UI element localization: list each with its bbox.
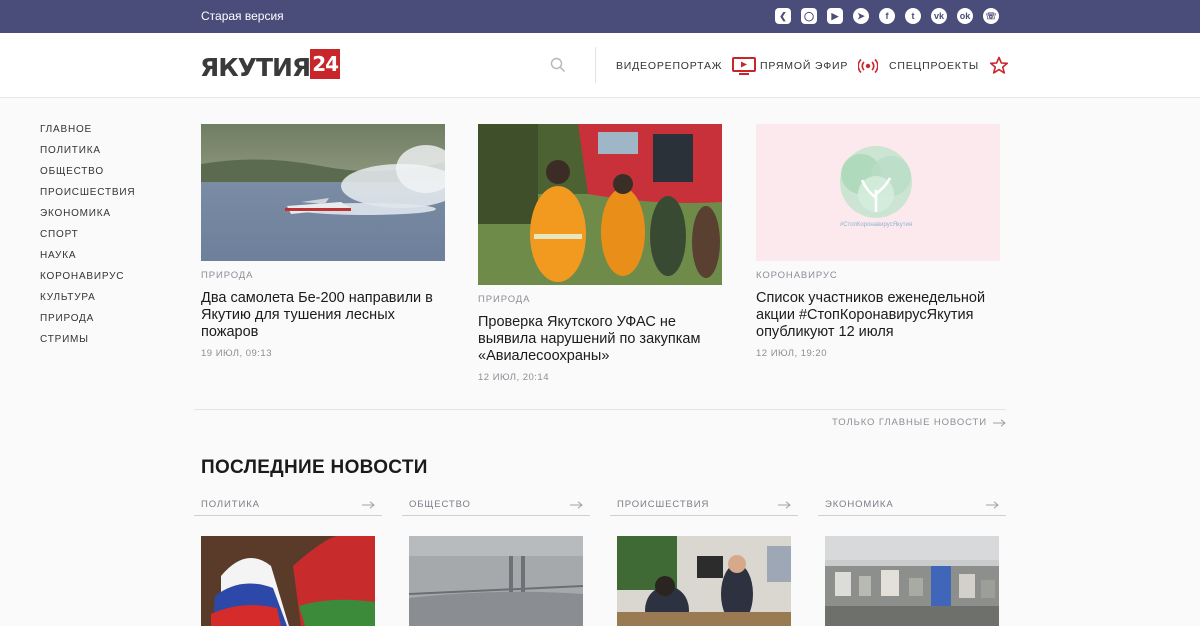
sidebar-item-sport[interactable]: СПОРТ xyxy=(40,229,135,250)
kanal-icon[interactable]: ❮ xyxy=(775,8,791,24)
card-title[interactable]: Список участников еженедельной акции #Ст… xyxy=(756,290,1000,341)
only-main-news-label: ТОЛЬКО ГЛАВНЫЕ НОВОСТИ xyxy=(832,417,987,428)
star-icon xyxy=(989,56,1009,74)
sidebar-item-incidents[interactable]: ПРОИСШЕСТВИЯ xyxy=(40,187,135,208)
latest-column-economy: ЭКОНОМИКА xyxy=(818,494,1006,626)
news-image-covid-banner[interactable]: #СтопКоронавирусЯкутия xyxy=(756,124,1000,261)
arrow-right-icon xyxy=(362,500,375,509)
old-version-link[interactable]: Старая версия xyxy=(201,9,284,23)
latest-column-incidents: ПРОИСШЕСТВИЯ xyxy=(610,494,798,626)
card-category[interactable]: ПРИРОДА xyxy=(201,270,445,281)
column-label: ПОЛИТИКА xyxy=(201,499,260,510)
column-label: ЭКОНОМИКА xyxy=(825,499,894,510)
card-date: 12 ИЮЛ, 20:14 xyxy=(478,372,549,383)
site-header: ЯКУТИЯ 24 ВИДЕОРЕПОРТАЖ ПРЯМОЙ ЭФИР СПЕЦП… xyxy=(0,33,1200,98)
latest-news-title: ПОСЛЕДНИЕ НОВОСТИ xyxy=(201,457,428,478)
news-image-bridge[interactable] xyxy=(409,536,583,626)
top-bar: Старая версия ❮ ◯ ▶ ➤ f t vk ok ☏ xyxy=(0,0,1200,33)
latest-column-society: ОБЩЕСТВО xyxy=(402,494,590,626)
sidebar-item-main[interactable]: ГЛАВНОЕ xyxy=(40,124,135,145)
card-title[interactable]: Проверка Якутского УФАС не выявила наруш… xyxy=(478,314,722,365)
column-header[interactable]: ПРОИСШЕСТВИЯ xyxy=(610,494,798,516)
news-card[interactable]: #СтопКоронавирусЯкутия КОРОНАВИРУС Списо… xyxy=(756,124,1000,359)
sidebar-item-coronavirus[interactable]: КОРОНАВИРУС xyxy=(40,271,135,292)
sidebar-nav: ГЛАВНОЕ ПОЛИТИКА ОБЩЕСТВО ПРОИСШЕСТВИЯ Э… xyxy=(40,124,135,355)
tv-icon xyxy=(732,56,757,75)
card-title[interactable]: Два самолета Бе-200 направили в Якутию д… xyxy=(201,290,445,341)
sidebar-item-streams[interactable]: СТРИМЫ xyxy=(40,334,135,355)
sidebar-item-science[interactable]: НАУКА xyxy=(40,250,135,271)
vk-icon[interactable]: vk xyxy=(931,8,947,24)
instagram-icon[interactable]: ◯ xyxy=(801,8,817,24)
card-date: 12 ИЮЛ, 19:20 xyxy=(756,348,827,359)
search-icon[interactable] xyxy=(550,57,566,73)
sidebar-item-culture[interactable]: КУЛЬТУРА xyxy=(40,292,135,313)
whatsapp-icon[interactable]: ☏ xyxy=(983,8,999,24)
nav-special-projects-label: СПЕЦПРОЕКТЫ xyxy=(889,59,980,72)
nav-live[interactable]: ПРЯМОЙ ЭФИР xyxy=(760,33,879,98)
column-label: ОБЩЕСТВО xyxy=(409,499,471,510)
card-category[interactable]: КОРОНАВИРУС xyxy=(756,270,1000,281)
sidebar-item-nature[interactable]: ПРИРОДА xyxy=(40,313,135,334)
latest-column-politics: ПОЛИТИКА xyxy=(194,494,382,626)
news-image-plane[interactable] xyxy=(201,124,445,261)
card-category[interactable]: ПРИРОДА xyxy=(478,294,722,305)
logo-number: 24 xyxy=(310,49,341,79)
nav-live-label: ПРЯМОЙ ЭФИР xyxy=(760,59,849,72)
news-image-firefighters[interactable] xyxy=(478,124,722,285)
news-image-city[interactable] xyxy=(825,536,999,626)
nav-videoreport-label: ВИДЕОРЕПОРТАЖ xyxy=(616,59,723,72)
header-separator xyxy=(595,47,596,83)
nav-videoreport[interactable]: ВИДЕОРЕПОРТАЖ xyxy=(616,33,757,98)
only-main-news-link[interactable]: ТОЛЬКО ГЛАВНЫЕ НОВОСТИ xyxy=(832,417,1006,428)
section-divider xyxy=(194,409,1006,410)
column-header[interactable]: ЭКОНОМИКА xyxy=(818,494,1006,516)
covid-banner-caption: #СтопКоронавирусЯкутия xyxy=(840,222,912,228)
odnoklassniki-icon[interactable]: ok xyxy=(957,8,973,24)
logo-text: ЯКУТИЯ xyxy=(200,53,311,82)
sidebar-item-politics[interactable]: ПОЛИТИКА xyxy=(40,145,135,166)
arrow-right-icon xyxy=(986,500,999,509)
sidebar-item-economy[interactable]: ЭКОНОМИКА xyxy=(40,208,135,229)
card-date: 19 ИЮЛ, 09:13 xyxy=(201,348,272,359)
twitter-icon[interactable]: t xyxy=(905,8,921,24)
broadcast-icon xyxy=(858,58,879,73)
news-card[interactable]: ПРИРОДА Два самолета Бе-200 направили в … xyxy=(201,124,445,359)
social-links: ❮ ◯ ▶ ➤ f t vk ok ☏ xyxy=(775,8,999,24)
news-card[interactable]: ПРИРОДА Проверка Якутского УФАС не выяви… xyxy=(478,124,722,383)
column-header[interactable]: ОБЩЕСТВО xyxy=(402,494,590,516)
telegram-icon[interactable]: ➤ xyxy=(853,8,869,24)
site-logo[interactable]: ЯКУТИЯ 24 xyxy=(200,49,341,83)
arrow-right-icon xyxy=(778,500,791,509)
nav-special-projects[interactable]: СПЕЦПРОЕКТЫ xyxy=(889,33,1009,98)
arrow-right-icon xyxy=(993,418,1006,427)
sidebar-item-society[interactable]: ОБЩЕСТВО xyxy=(40,166,135,187)
arrow-right-icon xyxy=(570,500,583,509)
news-image-office[interactable] xyxy=(617,536,791,626)
news-image-flags[interactable] xyxy=(201,536,375,626)
youtube-icon[interactable]: ▶ xyxy=(827,8,843,24)
facebook-icon[interactable]: f xyxy=(879,8,895,24)
column-label: ПРОИСШЕСТВИЯ xyxy=(617,499,710,510)
column-header[interactable]: ПОЛИТИКА xyxy=(194,494,382,516)
